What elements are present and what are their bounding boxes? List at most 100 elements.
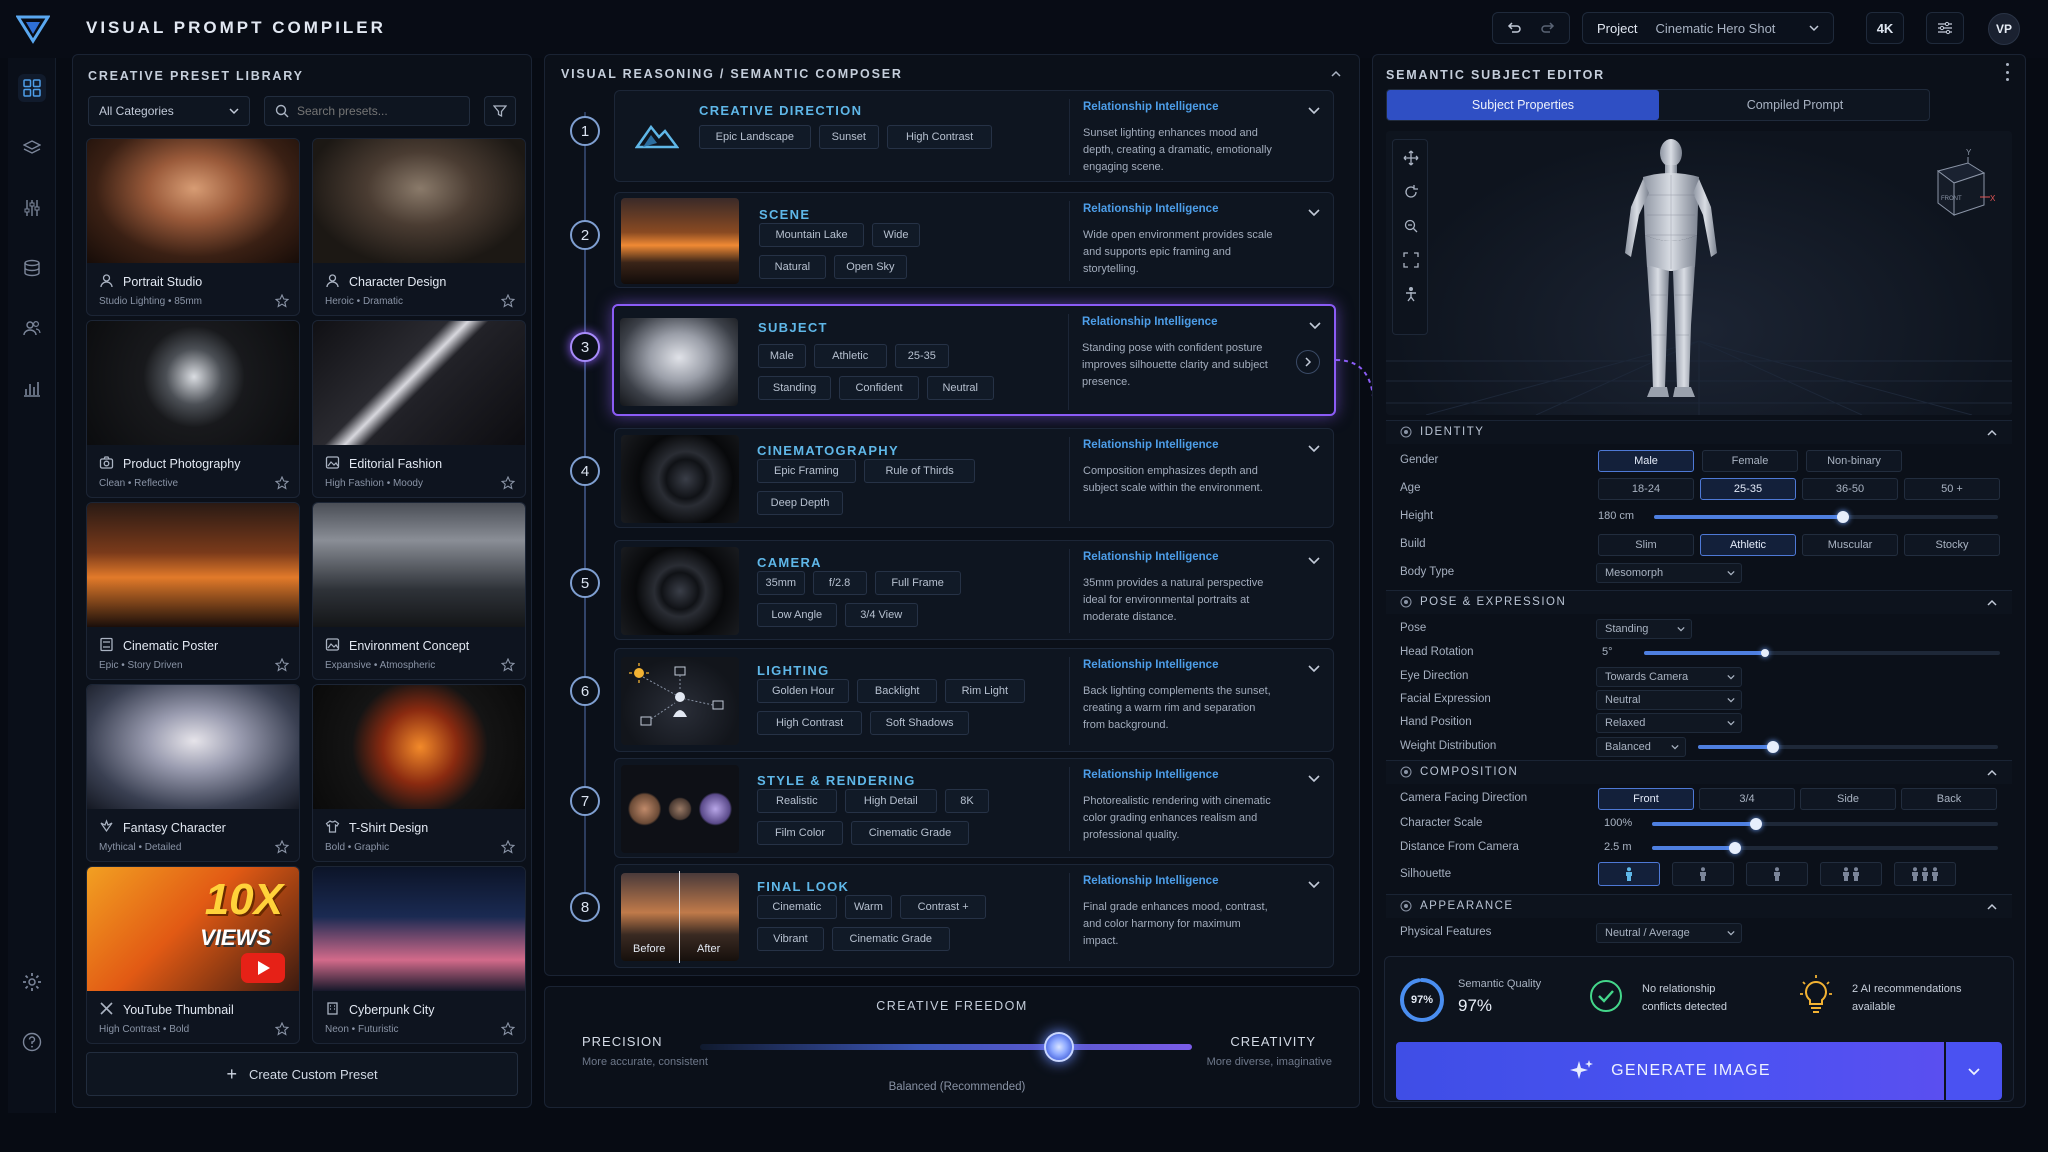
tag-chip[interactable]: Rule of Thirds (863, 459, 976, 483)
pose-select[interactable]: Standing (1596, 619, 1692, 639)
tag-chip[interactable]: Neutral (926, 376, 994, 400)
facial-expression-select[interactable]: Neutral (1596, 690, 1742, 710)
tag-chip[interactable]: Backlight (857, 679, 937, 703)
tag-chip[interactable]: High Detail (844, 789, 937, 813)
tag-chip[interactable]: 25-35 (894, 344, 949, 368)
segment-option[interactable]: Athletic (1700, 534, 1796, 556)
tag-chip[interactable]: Cinematic (757, 895, 837, 919)
star-icon[interactable] (275, 294, 289, 308)
orientation-cube-icon[interactable]: Y X (1926, 145, 1998, 225)
tag-chip[interactable]: Epic Framing (757, 459, 856, 483)
tag-chip[interactable]: Golden Hour (757, 679, 850, 703)
tag-chip[interactable]: 3/4 View (844, 603, 918, 627)
rotate-icon[interactable] (1403, 184, 1419, 200)
preset-card[interactable]: Product Photography Clean • Reflective (86, 320, 300, 498)
step-card-lighting[interactable]: LIGHTING Golden Hour Backlight Rim Light Hig… (614, 648, 1334, 752)
tab-compiled-prompt[interactable]: Compiled Prompt (1659, 90, 1931, 120)
preset-search[interactable] (264, 96, 470, 126)
segment-option[interactable]: Non-binary (1806, 450, 1902, 472)
avatar[interactable]: VP (1988, 13, 2020, 45)
character-scale-slider-handle[interactable] (1749, 818, 1762, 830)
step-number[interactable]: 1 (570, 116, 600, 146)
move-icon[interactable] (1403, 150, 1419, 166)
pose-figure-icon[interactable] (1403, 286, 1419, 302)
preset-card[interactable]: Portrait Studio Studio Lighting • 85mm (86, 138, 300, 316)
tag-chip[interactable]: Sunset (818, 125, 879, 149)
project-selector[interactable]: Project Cinematic Hero Shot (1582, 12, 1834, 44)
tag-chip[interactable]: Film Color (757, 821, 843, 845)
generate-options-button[interactable] (1946, 1042, 2002, 1100)
tag-chip[interactable]: Standing (758, 376, 832, 400)
preset-card[interactable]: Editorial Fashion High Fashion • Moody (312, 320, 526, 498)
tag-chip[interactable]: Low Angle (757, 603, 837, 627)
physical-features-select[interactable]: Neutral / Average (1596, 923, 1742, 943)
redo-icon[interactable] (1540, 20, 1556, 36)
sidebar-item-users[interactable] (18, 314, 46, 342)
segment-option[interactable]: 3/4 (1699, 788, 1795, 810)
weight-slider-handle[interactable] (1767, 741, 1779, 753)
chevron-down-icon[interactable] (1308, 318, 1322, 332)
star-icon[interactable] (275, 840, 289, 854)
chevron-down-icon[interactable] (1307, 205, 1321, 219)
search-input[interactable] (297, 104, 457, 118)
segment-option[interactable]: 50 + (1904, 478, 2000, 500)
preset-card[interactable]: 10X VIEWS YouTube Thumbnail High Contrast •… (86, 866, 300, 1044)
chevron-down-icon[interactable] (1307, 771, 1321, 785)
step-card-camera[interactable]: CAMERA 35mm f/2.8 Full Frame Low Angle 3/4 Vi… (614, 540, 1334, 640)
preset-card[interactable]: Cinematic Poster Epic • Story Driven (86, 502, 300, 680)
tag-chip[interactable]: Cinematic Grade (831, 927, 950, 951)
step-number[interactable]: 3 (570, 332, 600, 362)
tag-chip[interactable]: High Contrast (757, 711, 863, 735)
resolution-button[interactable]: 4K (1866, 12, 1904, 44)
preset-card[interactable]: T-Shirt Design Bold • Graphic (312, 684, 526, 862)
sidebar-item-help[interactable] (18, 1028, 46, 1056)
step-card-style-rendering[interactable]: STYLE & RENDERING Realistic High Detail 8K F… (614, 758, 1334, 858)
segment-option[interactable]: 18-24 (1598, 478, 1694, 500)
star-icon[interactable] (275, 1022, 289, 1036)
tag-chip[interactable]: Contrast + (900, 895, 987, 919)
segment-option[interactable]: Slim (1598, 534, 1694, 556)
preset-card[interactable]: Cyberpunk City Neon • Futuristic (312, 866, 526, 1044)
sidebar-item-dashboard[interactable] (18, 74, 46, 102)
tag-chip[interactable]: Cinematic Grade (851, 821, 969, 845)
create-preset-button[interactable]: + Create Custom Preset (86, 1052, 518, 1096)
chevron-up-icon[interactable] (1986, 901, 1998, 913)
step-number[interactable]: 7 (570, 786, 600, 816)
model-viewport[interactable]: Y X FRONT (1386, 131, 2012, 415)
step-card-final-look[interactable]: Before After FINAL LOOK Cinematic Warm Contra… (614, 864, 1334, 968)
segment-option[interactable]: Female (1702, 450, 1798, 472)
hand-position-select[interactable]: Relaxed (1596, 713, 1742, 733)
collapse-icon[interactable] (1330, 68, 1342, 80)
preset-card[interactable]: Environment Concept Expansive • Atmospher… (312, 502, 526, 680)
step-card-cinematography[interactable]: CINEMATOGRAPHY Epic Framing Rule of Thirds… (614, 428, 1334, 528)
silhouette-option[interactable] (1894, 862, 1956, 886)
freedom-slider[interactable] (700, 1044, 1192, 1050)
sidebar-item-analytics[interactable] (18, 374, 46, 402)
weight-distribution-select[interactable]: Balanced (1596, 737, 1686, 757)
step-card-subject[interactable]: SUBJECT Male Athletic 25-35 Standing Confiden… (612, 304, 1336, 416)
silhouette-option[interactable] (1746, 862, 1808, 886)
preset-card[interactable]: Character Design Heroic • Dramatic (312, 138, 526, 316)
star-icon[interactable] (501, 840, 515, 854)
star-icon[interactable] (275, 658, 289, 672)
eye-direction-select[interactable]: Towards Camera (1596, 667, 1742, 687)
step-card-scene[interactable]: SCENE Mountain Lake Wide Natural Open Sky Rel… (614, 192, 1334, 288)
tag-chip[interactable]: Deep Depth (757, 491, 843, 515)
star-icon[interactable] (501, 294, 515, 308)
tag-chip[interactable]: High Contrast (887, 125, 993, 149)
segment-option[interactable]: Front (1598, 788, 1694, 810)
silhouette-option[interactable] (1820, 862, 1882, 886)
tab-subject-properties[interactable]: Subject Properties (1387, 90, 1659, 120)
tag-chip[interactable]: Male (758, 344, 806, 368)
tag-chip[interactable]: Vibrant (757, 927, 824, 951)
recommendations-text[interactable]: 2 AI recommendations available (1852, 980, 1992, 1016)
tag-chip[interactable]: Athletic (813, 344, 887, 368)
body-type-select[interactable]: Mesomorph (1596, 563, 1742, 583)
tag-chip[interactable]: Warm (844, 895, 893, 919)
chevron-down-icon[interactable] (1307, 553, 1321, 567)
head-rotation-slider-handle[interactable] (1761, 649, 1770, 657)
settings-sliders-button[interactable] (1926, 12, 1964, 44)
filter-button[interactable] (484, 96, 516, 126)
segment-option[interactable]: Male (1598, 450, 1694, 472)
segment-option[interactable]: Side (1800, 788, 1896, 810)
